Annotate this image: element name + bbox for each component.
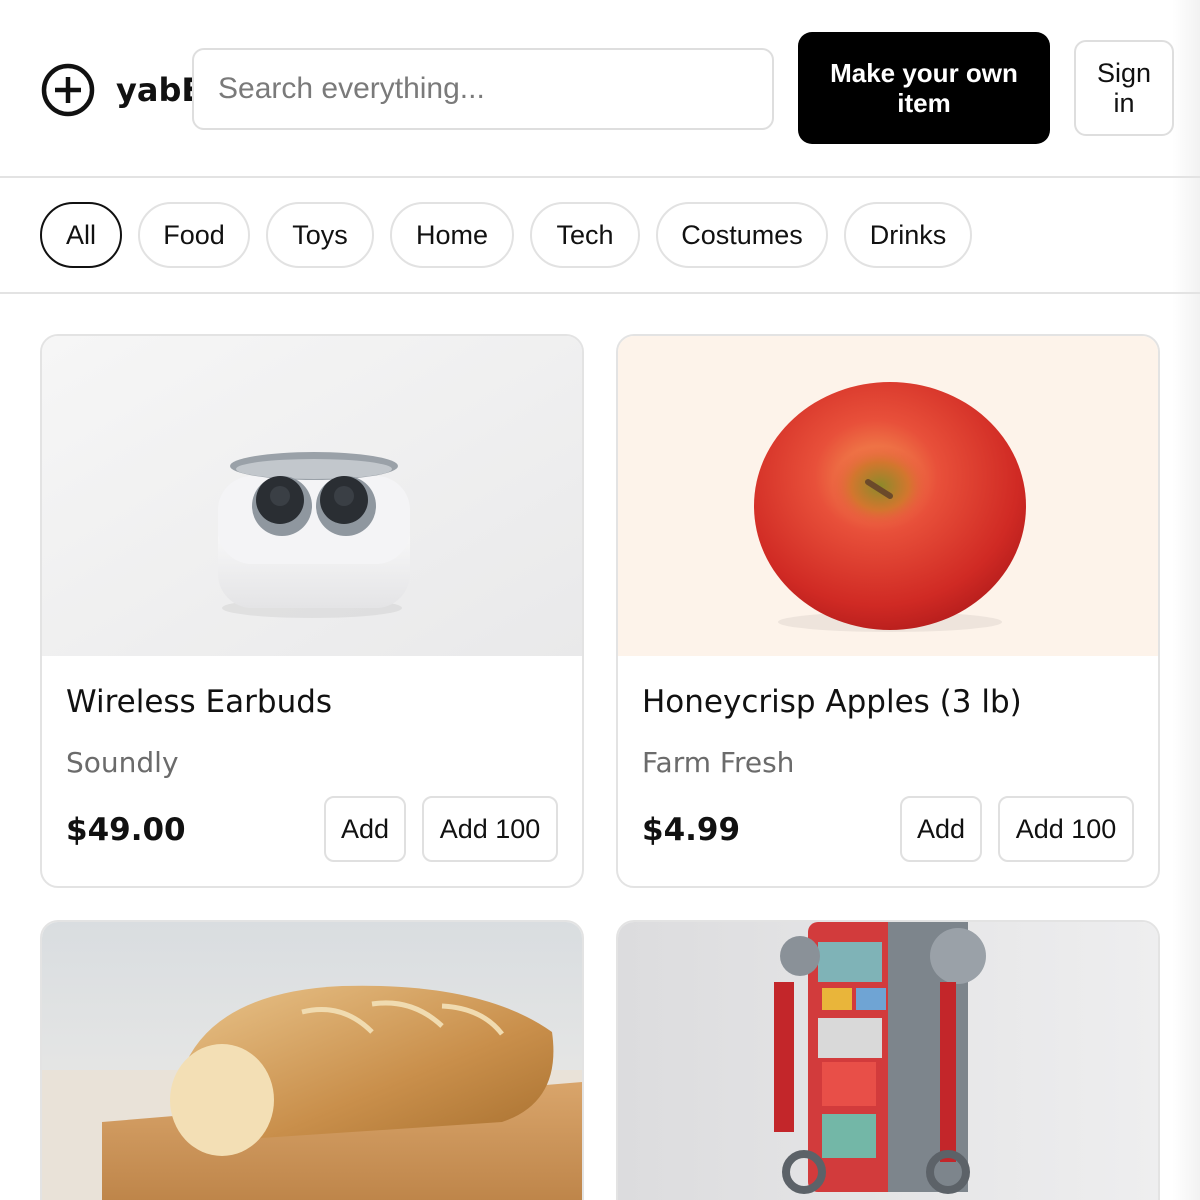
sign-in-button[interactable]: Sign in [1074,40,1174,136]
product-card[interactable]: Wireless Earbuds Soundly $49.00 Add Add … [40,334,584,888]
add-100-button[interactable]: Add 100 [998,796,1134,862]
toy-robot-image [618,922,1158,1200]
make-your-own-item-button[interactable]: Make your own item [798,32,1050,144]
product-price: $49.00 [66,812,186,848]
chip-toys[interactable]: Toys [266,202,374,268]
chip-home[interactable]: Home [390,202,514,268]
product-price: $4.99 [642,812,741,848]
search-input[interactable] [192,48,774,130]
product-brand: Soundly [66,746,179,779]
top-header: yabE Make your own item Sign in [0,0,1200,178]
product-card[interactable]: Honeycrisp Apples (3 lb) Farm Fresh $4.9… [616,334,1160,888]
add-button[interactable]: Add [324,796,406,862]
product-name: Wireless Earbuds [66,684,333,720]
chip-tech[interactable]: Tech [530,202,640,268]
product-brand: Farm Fresh [642,746,795,779]
category-chips: All Food Toys Home Tech Costumes Drinks [0,178,1200,294]
chip-food[interactable]: Food [138,202,250,268]
add-button[interactable]: Add [900,796,982,862]
add-100-button[interactable]: Add 100 [422,796,558,862]
logo-text[interactable]: yabE [116,68,192,112]
chip-all[interactable]: All [40,202,122,268]
apple-image [618,336,1158,656]
bread-loaf-image [42,922,582,1200]
chip-costumes[interactable]: Costumes [656,202,828,268]
earbuds-image [42,336,582,656]
product-name: Honeycrisp Apples (3 lb) [642,684,1022,720]
product-card[interactable] [616,920,1160,1200]
product-card[interactable] [40,920,584,1200]
plus-circle-icon[interactable] [40,62,96,118]
chip-drinks[interactable]: Drinks [844,202,972,268]
